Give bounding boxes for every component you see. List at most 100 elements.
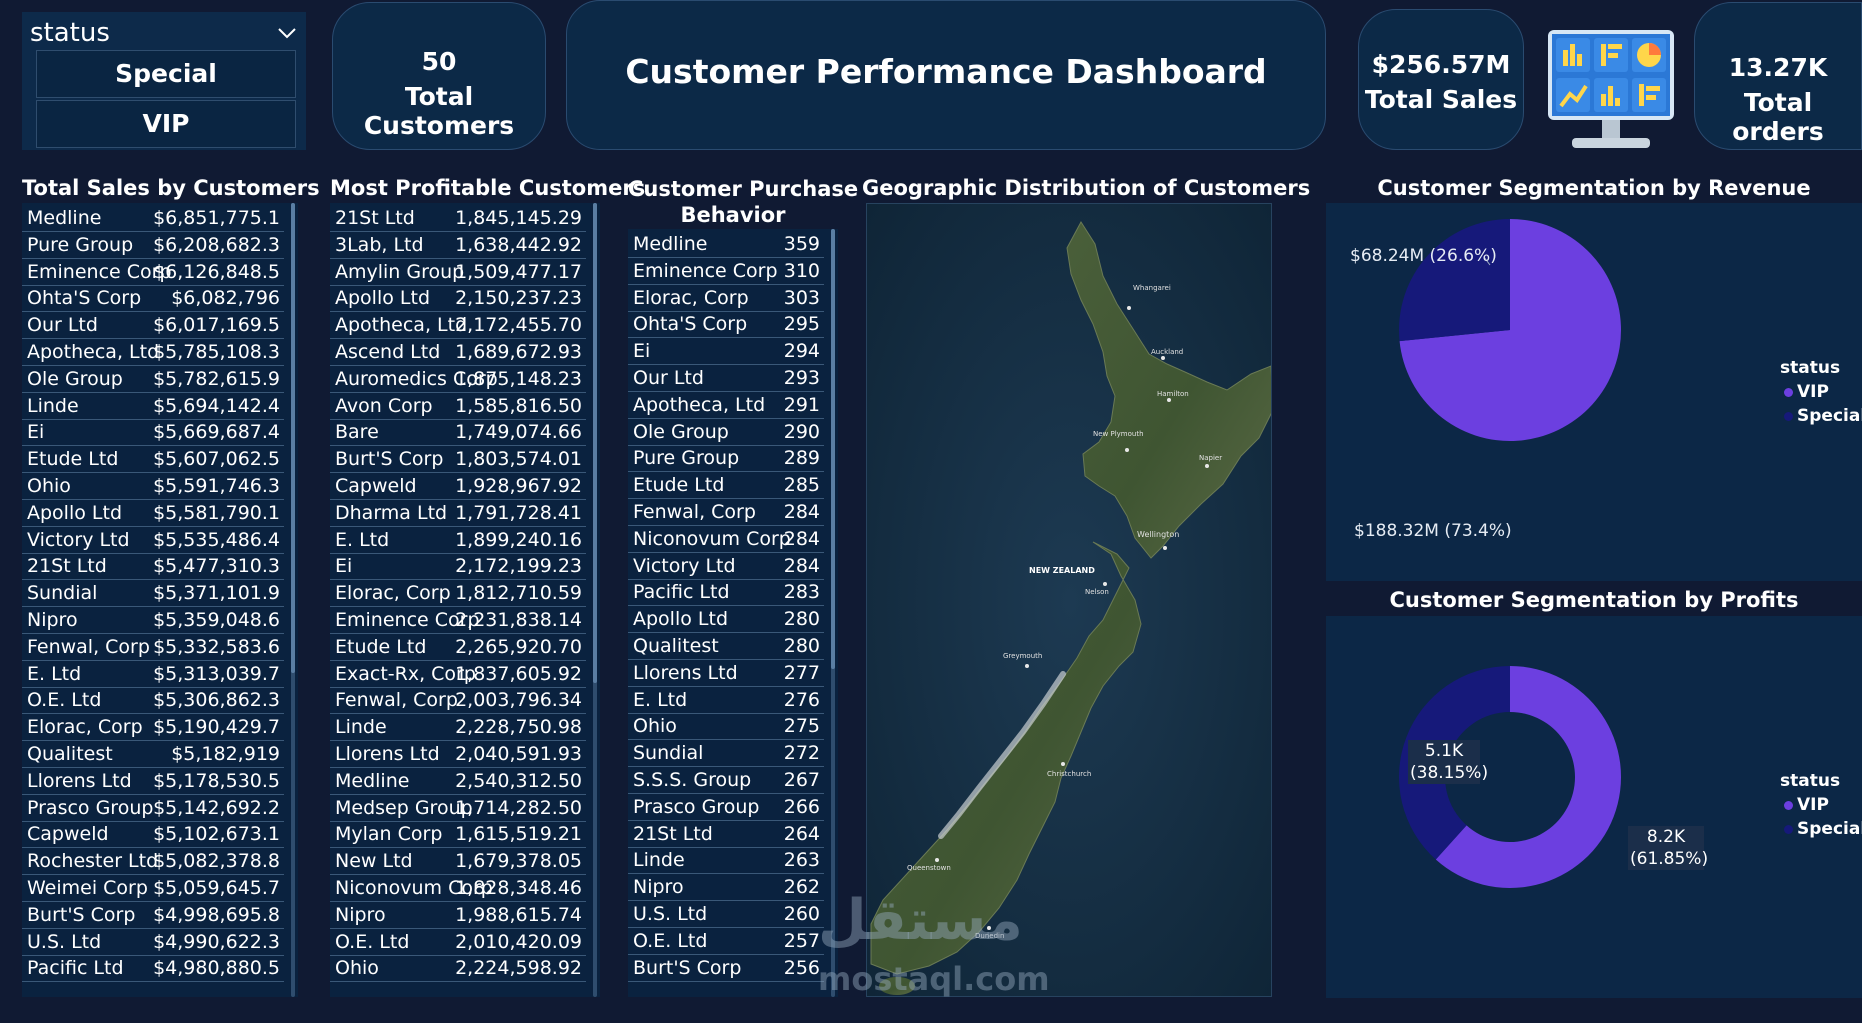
table-row[interactable]: Prasco Group $5,142,692.2 [22, 795, 284, 822]
table-row[interactable]: Avon Corp 1,585,816.50 [330, 393, 586, 420]
customer-map[interactable]: Whangarei Auckland Hamilton New Plymouth… [866, 203, 1272, 997]
table-row[interactable]: Our Ltd $6,017,169.5 [22, 312, 284, 340]
table-row[interactable]: Ascend Ltd 1,689,672.93 [330, 339, 586, 366]
table-row[interactable]: Llorens Ltd $5,178,530.5 [22, 768, 284, 795]
table-row[interactable]: Our Ltd 293 [628, 365, 824, 392]
table-row[interactable]: Weimei Corp $5,059,645.7 [22, 875, 284, 902]
table-row[interactable]: Burt'S Corp $4,998,695.8 [22, 902, 284, 929]
table-row[interactable]: U.S. Ltd $4,990,622.3 [22, 929, 284, 956]
table-row[interactable]: O.E. Ltd $5,306,862.3 [22, 687, 284, 715]
table-row[interactable]: Fenwal, Corp $5,332,583.6 [22, 634, 284, 661]
sales-by-customers-table[interactable]: Medline $6,851,775.1 Pure Group $6,208,682.… [22, 203, 298, 997]
table-row[interactable]: Dharma Ltd 1,791,728.41 [330, 500, 586, 527]
table-row[interactable]: Nipro $5,359,048.6 [22, 607, 284, 634]
table-row[interactable]: Eminence Corp $6,126,848.5 [22, 259, 284, 286]
table-row[interactable]: Ohio $5,591,746.3 [22, 473, 284, 500]
profit-legend-vip[interactable]: VIP [1784, 795, 1829, 815]
table-row[interactable]: O.E. Ltd 257 [628, 928, 824, 955]
table-row[interactable]: 3Lab, Ltd 1,638,442.92 [330, 232, 586, 259]
table-row[interactable]: New Ltd 1,679,378.05 [330, 848, 586, 876]
table-row[interactable]: Ohio 2,224,598.92 [330, 955, 586, 983]
table-row[interactable]: Rochester Ltd $5,082,378.8 [22, 848, 284, 876]
table-row[interactable]: Ohta'S Corp $6,082,796 [22, 285, 284, 313]
table-row[interactable]: U.S. Ltd 260 [628, 901, 824, 928]
table-row[interactable]: Medline $6,851,775.1 [22, 205, 284, 232]
profit-legend-special[interactable]: Special [1784, 819, 1862, 839]
table-row[interactable]: Amylin Group 1,509,477.17 [330, 259, 586, 286]
table-row[interactable]: Ohta'S Corp 295 [628, 311, 824, 339]
table-row[interactable]: E. Ltd 1,899,240.16 [330, 527, 586, 554]
table-row[interactable]: Qualitest $5,182,919 [22, 741, 284, 768]
table-row[interactable]: Capweld $5,102,673.1 [22, 821, 284, 849]
table-scroll-thumb[interactable] [831, 229, 835, 669]
table-row[interactable]: Llorens Ltd 277 [628, 660, 824, 687]
table-row[interactable]: Etude Ltd $5,607,062.5 [22, 446, 284, 474]
chevron-down-icon[interactable] [276, 22, 298, 44]
slice-special[interactable] [1399, 219, 1510, 342]
table-row[interactable]: Elorac, Corp 303 [628, 285, 824, 312]
table-row[interactable]: Sundial 272 [628, 740, 824, 768]
table-row[interactable]: Apotheca, Ltd 291 [628, 392, 824, 419]
table-row[interactable]: Linde 2,228,750.98 [330, 714, 586, 742]
table-row[interactable]: Apollo Ltd $5,581,790.1 [22, 500, 284, 527]
table-row[interactable]: Qualitest 280 [628, 633, 824, 660]
table-row[interactable]: Pacific Ltd $4,980,880.5 [22, 955, 284, 983]
table-row[interactable]: Exact-Rx, Corp 1,837,605.92 [330, 661, 586, 688]
table-row[interactable]: Bare 1,749,074.66 [330, 419, 586, 447]
customer-purchase-behavior-table[interactable]: Medline 359 Eminence Corp 310 Elorac, Corp 30… [628, 229, 838, 997]
table-scroll-thumb[interactable] [593, 203, 597, 683]
table-row[interactable]: Linde $5,694,142.4 [22, 393, 284, 420]
table-row[interactable]: 21St Ltd 264 [628, 821, 824, 848]
table-row[interactable]: Ei $5,669,687.4 [22, 419, 284, 447]
table-row[interactable]: Ole Group $5,782,615.9 [22, 366, 284, 393]
table-row[interactable]: Etude Ltd 285 [628, 472, 824, 500]
revenue-legend-vip[interactable]: VIP [1784, 382, 1829, 402]
table-row[interactable]: Apollo Ltd 280 [628, 606, 824, 634]
table-row[interactable]: Fenwal, Corp 284 [628, 499, 824, 526]
table-row[interactable]: Apotheca, Ltd $5,785,108.3 [22, 339, 284, 366]
status-slicer[interactable]: status Special VIP [22, 12, 306, 150]
table-row[interactable]: Apollo Ltd 2,150,237.23 [330, 285, 586, 313]
table-row[interactable]: Medline 359 [628, 231, 824, 258]
table-row[interactable]: Llorens Ltd 2,040,591.93 [330, 741, 586, 768]
table-row[interactable]: O.E. Ltd 2,010,420.09 [330, 929, 586, 956]
table-row[interactable]: Apotheca, Ltd 2,172,455.70 [330, 312, 586, 340]
table-row[interactable]: Elorac, Corp $5,190,429.7 [22, 714, 284, 742]
table-row[interactable]: E. Ltd 276 [628, 687, 824, 714]
table-row[interactable]: Prasco Group 266 [628, 794, 824, 821]
table-row[interactable]: Ei 2,172,199.23 [330, 553, 586, 581]
table-row[interactable]: 21St Ltd 1,845,145.29 [330, 205, 586, 232]
table-row[interactable]: Auromedics Corp 1,875,148.23 [330, 366, 586, 393]
table-row[interactable]: Burt'S Corp 256 [628, 955, 824, 982]
table-row[interactable]: Medline 2,540,312.50 [330, 768, 586, 795]
table-row[interactable]: Linde 263 [628, 847, 824, 875]
table-row[interactable]: Niconovum Corp 284 [628, 526, 824, 553]
most-profitable-customers-table[interactable]: 21St Ltd 1,845,145.29 3Lab, Ltd 1,638,442.9… [330, 203, 600, 997]
table-row[interactable]: Ei 294 [628, 338, 824, 366]
table-row[interactable]: Elorac, Corp 1,812,710.59 [330, 580, 586, 608]
revenue-legend-special[interactable]: Special [1784, 406, 1862, 426]
table-row[interactable]: Medsep Group 1,714,282.50 [330, 795, 586, 822]
table-row[interactable]: Pure Group 289 [628, 445, 824, 473]
table-row[interactable]: Capweld 1,928,967.92 [330, 473, 586, 500]
table-row[interactable]: Pacific Ltd 283 [628, 579, 824, 607]
table-row[interactable]: Victory Ltd 284 [628, 553, 824, 580]
table-scroll-thumb[interactable] [291, 203, 295, 673]
table-row[interactable]: Ohio 275 [628, 713, 824, 741]
table-row[interactable]: Etude Ltd 2,265,920.70 [330, 634, 586, 661]
table-row[interactable]: Eminence Corp 2,231,838.14 [330, 607, 586, 634]
table-row[interactable]: Mylan Corp 1,615,519.21 [330, 821, 586, 849]
table-row[interactable]: Niconovum Corp 1,828,348.46 [330, 875, 586, 902]
table-row[interactable]: Pure Group $6,208,682.3 [22, 232, 284, 259]
table-row[interactable]: Nipro 262 [628, 874, 824, 902]
table-row[interactable]: S.S.S. Group 267 [628, 767, 824, 794]
table-row[interactable]: E. Ltd $5,313,039.7 [22, 661, 284, 688]
table-row[interactable]: Burt'S Corp 1,803,574.01 [330, 446, 586, 474]
table-row[interactable]: Ole Group 290 [628, 419, 824, 446]
table-row[interactable]: Victory Ltd $5,535,486.4 [22, 527, 284, 554]
table-row[interactable]: 21St Ltd $5,477,310.3 [22, 553, 284, 581]
slicer-option-vip[interactable]: VIP [36, 100, 296, 148]
table-row[interactable]: Sundial $5,371,101.9 [22, 580, 284, 608]
table-row[interactable]: Eminence Corp 310 [628, 258, 824, 285]
table-row[interactable]: Fenwal, Corp 2,003,796.34 [330, 687, 586, 715]
